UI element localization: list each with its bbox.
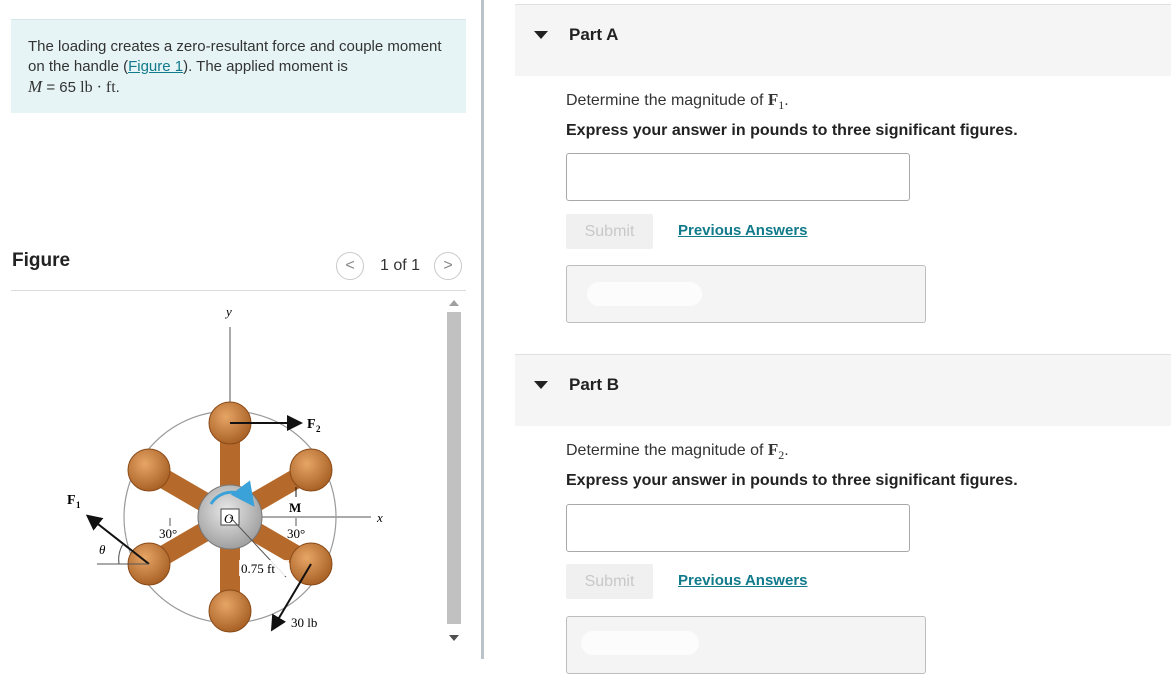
scroll-up-icon[interactable] [449, 300, 459, 306]
y-axis-label: y [224, 304, 232, 319]
part-b-prompt-period: . [784, 442, 789, 459]
chevron-right-icon: > [443, 257, 453, 274]
f2-subscript: 2 [316, 424, 321, 434]
origin-label: O [224, 511, 234, 526]
figure-viewport: y x O M F 2 F 1 θ 30 lb 30° 30° 0.75 ft [11, 292, 441, 659]
radius-label: 0.75 ft [241, 561, 275, 576]
moment-unit: lb · ft [80, 79, 116, 96]
part-a-title: Part A [569, 25, 619, 44]
part-a-prompt: Determine the magnitude of F1. [566, 90, 789, 113]
part-a-prompt-symbol: F [767, 90, 779, 109]
f2-label: F [307, 417, 316, 432]
previous-figure-button[interactable]: < [336, 252, 364, 280]
part-b-previous-answers-link[interactable]: Previous Answers [678, 572, 808, 589]
f1-subscript: 1 [76, 500, 81, 510]
next-figure-button[interactable]: > [434, 252, 462, 280]
part-b-prompt: Determine the magnitude of F2. [566, 440, 789, 463]
moment-symbol: M [28, 77, 43, 96]
angle-left-label: 30° [159, 526, 177, 541]
part-a-answer-input[interactable] [566, 153, 910, 201]
part-b-header[interactable]: Part B [515, 354, 1171, 426]
part-a-feedback-box [566, 265, 926, 323]
part-a-submit-button[interactable]: Submit [566, 214, 653, 249]
problem-statement: The loading creates a zero-resultant for… [11, 19, 466, 113]
part-b-prompt-symbol: F [767, 440, 779, 459]
left-panel: The loading creates a zero-resultant for… [0, 0, 480, 659]
part-a-instruction: Express your answer in pounds to three s… [566, 122, 1018, 139]
chevron-left-icon: < [345, 257, 355, 274]
figure-scrollbar[interactable] [445, 294, 463, 654]
angle-right-label: 30° [287, 526, 305, 541]
part-a-prompt-period: . [784, 92, 789, 109]
part-a-previous-answers-link[interactable]: Previous Answers [678, 222, 808, 239]
column-divider [481, 0, 484, 659]
part-b-answer-input[interactable] [566, 504, 910, 552]
theta-label: θ [99, 542, 106, 557]
f1-label: F [67, 493, 76, 508]
part-b-title: Part B [569, 375, 620, 394]
moment-label: M [289, 500, 301, 515]
part-a-prompt-text: Determine the magnitude of [566, 92, 768, 109]
collapse-caret-icon[interactable] [534, 31, 548, 39]
scroll-down-icon[interactable] [449, 635, 459, 641]
part-b-instruction: Express your answer in pounds to three s… [566, 472, 1018, 489]
problem-text-end: ). The applied moment is [183, 58, 348, 75]
figure-title: Figure [12, 250, 71, 271]
part-a-header[interactable]: Part A [515, 4, 1171, 76]
part-b-submit-button[interactable]: Submit [566, 564, 653, 599]
x-axis-label: x [376, 510, 383, 525]
force-30lb-label: 30 lb [291, 615, 317, 630]
scroll-thumb[interactable] [447, 312, 461, 624]
part-b-feedback-box [566, 616, 926, 674]
handle-figure: y x O M F 2 F 1 θ 30 lb 30° 30° 0.75 ft [67, 304, 383, 633]
moment-value: = 65 [42, 79, 81, 96]
problem-period: . [115, 79, 120, 96]
figure-divider [11, 290, 466, 291]
figure-link[interactable]: Figure 1 [128, 58, 183, 75]
figure-counter: 1 of 1 [380, 257, 421, 274]
collapse-caret-icon[interactable] [534, 381, 548, 389]
part-b-prompt-text: Determine the magnitude of [566, 442, 768, 459]
